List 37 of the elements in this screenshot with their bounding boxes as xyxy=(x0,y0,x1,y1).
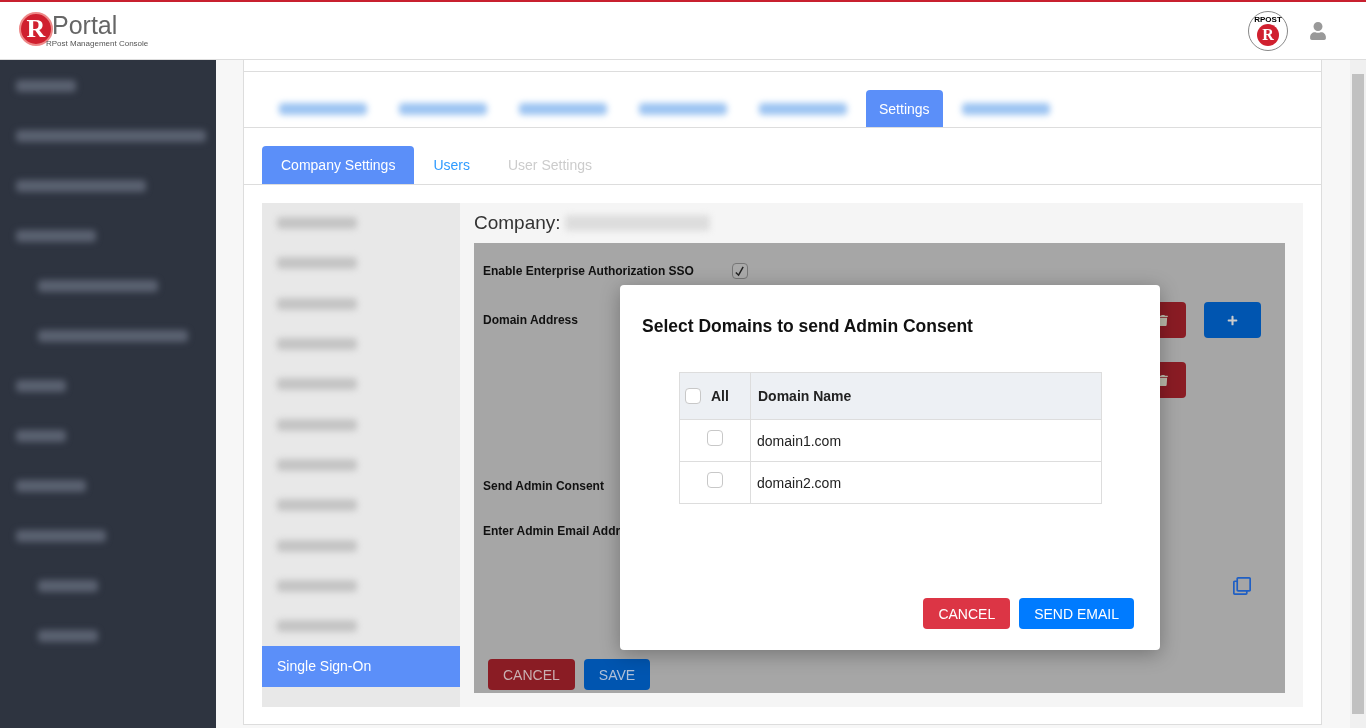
table-cell: domain1.com xyxy=(750,419,1102,462)
select-all-checkbox[interactable] xyxy=(685,388,701,405)
form-button[interactable]: CANCEL xyxy=(488,659,575,690)
stamp-letter: R xyxy=(1257,23,1279,46)
logo-name: Portal xyxy=(52,11,119,38)
email-label: Enter Admin Email Addr xyxy=(483,523,621,539)
company-label: Company: xyxy=(474,210,561,235)
add-button[interactable] xyxy=(1204,302,1261,338)
blurred-sidebar-item xyxy=(16,380,66,392)
plus-icon xyxy=(1227,314,1238,326)
user-icon[interactable] xyxy=(1310,21,1326,40)
dialog-button[interactable]: SEND EMAIL xyxy=(1019,598,1134,629)
dialog-title: Select Domains to send Admin Consent xyxy=(642,315,974,338)
settings-menu-item[interactable]: Single Sign-On xyxy=(262,646,460,687)
column-header: Domain Name xyxy=(750,372,1102,420)
blurred-sidebar-item xyxy=(16,80,76,92)
subtab[interactable]: Company Settings xyxy=(262,146,415,184)
all-label: All xyxy=(711,387,729,407)
blurred-sidebar-item xyxy=(38,630,98,642)
form-button[interactable]: SAVE xyxy=(583,659,651,690)
row-checkbox[interactable] xyxy=(707,430,723,447)
dialog-button[interactable]: CANCEL xyxy=(923,598,1011,629)
blurred-sidebar-item xyxy=(16,430,66,442)
tab[interactable]: Settings xyxy=(866,90,943,127)
domain-label: Domain Address xyxy=(483,312,578,328)
row-checkbox[interactable] xyxy=(707,472,723,489)
check-icon xyxy=(734,265,746,277)
blurred-sidebar-item xyxy=(16,480,86,492)
subtab[interactable]: Users xyxy=(414,146,489,184)
sso-checkbox[interactable] xyxy=(731,263,748,279)
table-cell: domain2.com xyxy=(750,461,1102,504)
blurred-sidebar-item xyxy=(38,580,98,592)
consent-label: Send Admin Consent xyxy=(483,478,604,494)
stamp-text: RPOST xyxy=(1254,15,1282,24)
copy-icon[interactable] xyxy=(1233,577,1251,595)
logo-subtitle: RPost Management Console xyxy=(46,37,149,50)
sso-label: Enable Enterprise Authorization SSO xyxy=(483,263,694,279)
